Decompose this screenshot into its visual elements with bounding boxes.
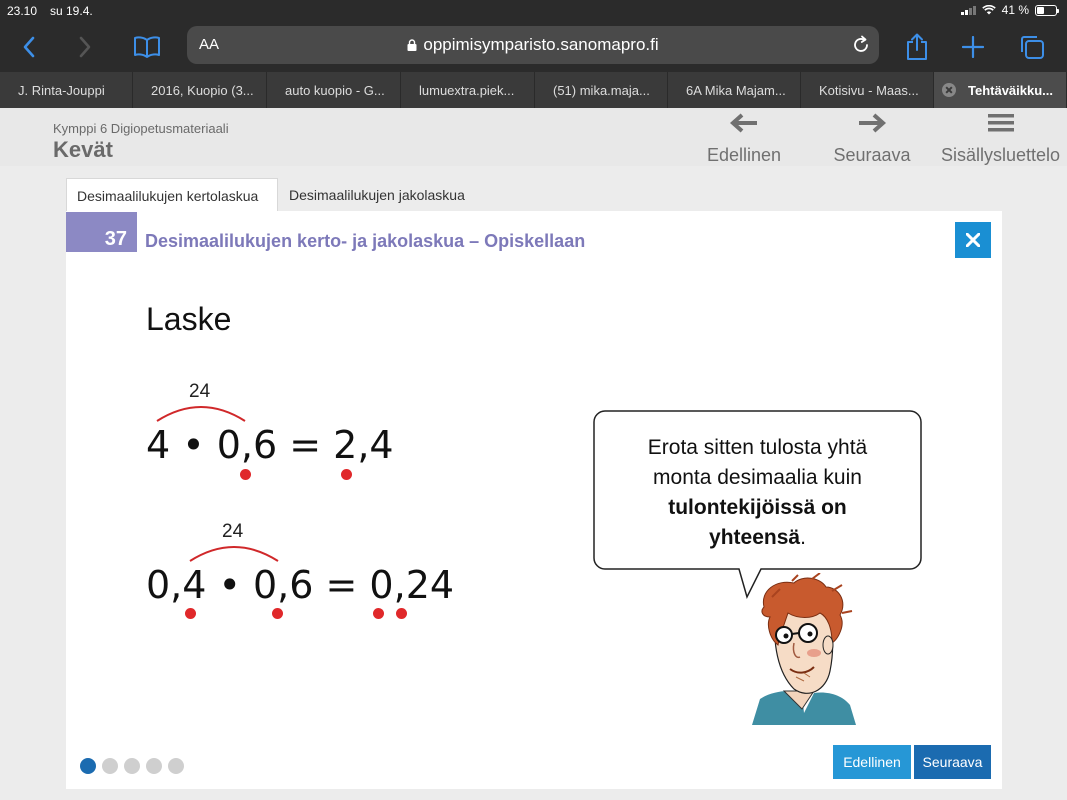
browser-tab[interactable]: 2016, Kuopio (3... (133, 72, 267, 108)
page-dot[interactable] (80, 758, 96, 774)
battery-icon (1035, 4, 1059, 16)
teacher-character-illustration (752, 573, 856, 725)
status-bar: 23.10 su 19.4. 41 % (0, 0, 1067, 22)
browser-tab-label: Kotisivu - Maas... (819, 82, 919, 98)
nav-toc-button[interactable]: Sisällysluettelo (934, 108, 1067, 166)
browser-tab-label: auto kuopio - G... (285, 82, 385, 98)
decimal-marker-dot (396, 608, 407, 619)
eq2-annotation: 24 (222, 521, 244, 542)
status-date: su 19.4. (50, 4, 93, 18)
browser-tab-active[interactable]: Tehtäväikku... (934, 72, 1067, 108)
tab-label: Desimaalilukujen kertolaskua (77, 187, 259, 204)
browser-tab-label: lumuextra.piek... (419, 82, 515, 98)
battery-percent: 41 % (1001, 3, 1029, 17)
eq1-annotation: 24 (189, 381, 211, 402)
share-icon[interactable] (900, 30, 934, 64)
decimal-marker-dot (373, 608, 384, 619)
browser-toolbar: AA oppimisymparisto.sanomapro.fi (0, 22, 1067, 72)
browser-tab-label: J. Rinta-Jouppi (18, 82, 105, 98)
browser-tab[interactable]: J. Rinta-Jouppi (0, 72, 133, 108)
nav-previous-button[interactable]: Edellinen (700, 108, 788, 166)
browser-tab-label: (51) mika.maja... (553, 82, 650, 98)
battery-fill (1037, 6, 1044, 14)
eq1-arc (156, 406, 246, 422)
chevron-right-icon[interactable] (68, 30, 102, 64)
page-indicator (80, 758, 184, 774)
close-tab-icon[interactable] (942, 83, 956, 97)
url-text-wrap: oppimisymparisto.sanomapro.fi (187, 35, 879, 55)
bubble-bold-2: yhteensä (709, 526, 801, 549)
tab-label: Desimaalilukujen jakolaskua (289, 187, 465, 203)
bubble-end: . (800, 526, 806, 549)
exercise-card: 37 Desimaalilukujen kerto- ja jakolaskua… (66, 211, 1002, 789)
exercise-heading: Desimaalilukujen kerto- ja jakolaskua – … (145, 231, 586, 251)
chevron-left-icon[interactable] (12, 30, 46, 64)
browser-tab[interactable]: 6A Mika Majam... (668, 72, 801, 108)
nav-next-button[interactable]: Seuraava (828, 108, 916, 166)
close-button[interactable] (955, 222, 991, 258)
tab-multiplication[interactable]: Desimaalilukujen kertolaskua (66, 178, 278, 212)
book-icon[interactable] (130, 30, 164, 64)
bubble-line-1: Erota sitten tulosta yhtä (647, 436, 868, 459)
eq2-arc (189, 546, 279, 562)
wifi-icon (981, 5, 996, 15)
nav-previous-label: Edellinen (706, 145, 782, 165)
instruction-title: Laske (146, 301, 232, 337)
nav-next-label: Seuraava (833, 145, 911, 165)
app-title: Kevät (53, 137, 113, 162)
tabs-icon[interactable] (1015, 30, 1049, 64)
lock-icon (407, 39, 417, 51)
nav-toc-label: Sisällysluettelo (940, 145, 1061, 165)
bubble-line-2: monta desimaalia kuin (653, 466, 862, 489)
exercise-number: 37 (66, 212, 137, 252)
arrow-left-icon (700, 108, 788, 138)
speech-bubble-text: Erota sitten tulosta yhtä monta desimaal… (593, 433, 922, 553)
browser-tab[interactable]: Kotisivu - Maas... (801, 72, 934, 108)
status-time: 23.10 (7, 4, 38, 18)
browser-tab-label: 2016, Kuopio (3... (151, 82, 254, 98)
decimal-marker-dot (272, 608, 283, 619)
tab-division[interactable]: Desimaalilukujen jakolaskua (279, 178, 484, 212)
page-dot[interactable] (146, 758, 162, 774)
browser-tab[interactable]: lumuextra.piek... (401, 72, 535, 108)
plus-icon[interactable] (956, 30, 990, 64)
url-text: oppimisymparisto.sanomapro.fi (423, 35, 659, 54)
app-subtitle: Kymppi 6 Digiopetusmateriaali (53, 121, 229, 136)
bubble-bold-1: tulontekijöissä on (668, 496, 847, 519)
eq2-expression: 0,4 • 0,6 = 0,24 (146, 563, 455, 607)
decimal-marker-dot (240, 469, 251, 480)
decimal-marker-dot (185, 608, 196, 619)
app-header: Kymppi 6 Digiopetusmateriaali Kevät Edel… (0, 108, 1067, 166)
browser-tab-label: Tehtäväikku... (968, 82, 1054, 98)
browser-tab[interactable]: (51) mika.maja... (535, 72, 668, 108)
arrow-right-icon (828, 108, 916, 138)
speech-bubble: Erota sitten tulosta yhtä monta desimaal… (593, 410, 922, 600)
page-dot[interactable] (168, 758, 184, 774)
browser-tab-label: 6A Mika Majam... (686, 82, 786, 98)
address-bar[interactable]: AA oppimisymparisto.sanomapro.fi (187, 26, 879, 64)
previous-button[interactable]: Edellinen (833, 745, 911, 779)
signal-icon (960, 5, 976, 15)
status-right: 41 % (960, 3, 1059, 17)
page-dot[interactable] (102, 758, 118, 774)
eq1-expression: 4 • 0,6 = 2,4 (146, 423, 394, 467)
menu-icon (934, 108, 1067, 138)
decimal-marker-dot (341, 469, 352, 480)
page-dot[interactable] (124, 758, 140, 774)
browser-tab[interactable]: auto kuopio - G... (267, 72, 401, 108)
browser-tabs: J. Rinta-Jouppi 2016, Kuopio (3... auto … (0, 72, 1067, 108)
reload-icon[interactable] (851, 35, 871, 55)
next-button[interactable]: Seuraava (914, 745, 991, 779)
close-icon (966, 233, 980, 247)
